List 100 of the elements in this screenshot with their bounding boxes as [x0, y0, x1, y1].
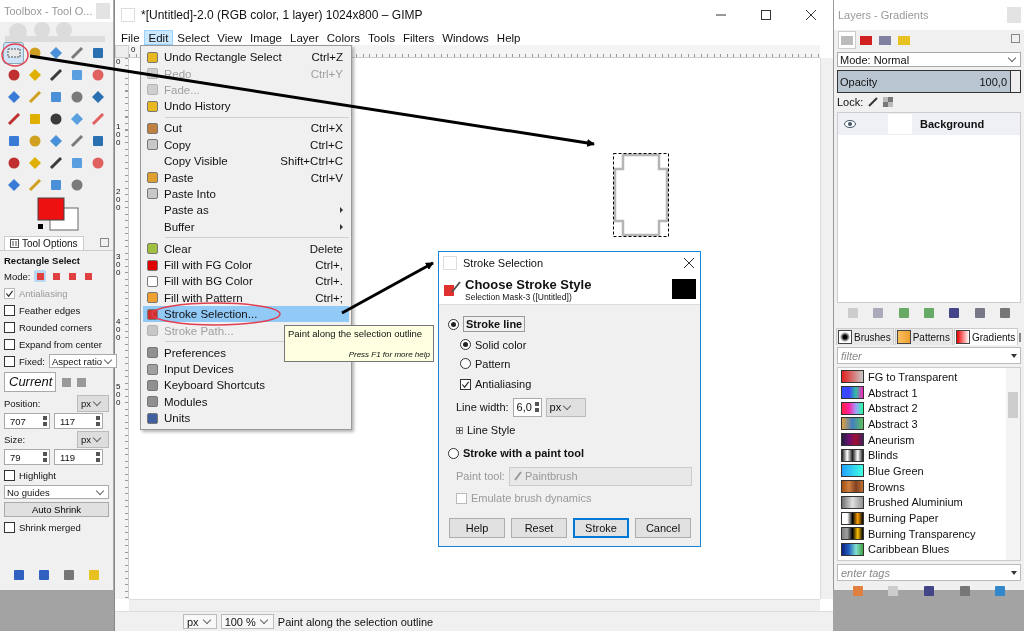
mode-button[interactable] — [50, 270, 63, 282]
menu-item[interactable]: Modules — [143, 393, 214, 410]
menu-item[interactable]: Clear Delete — [143, 240, 349, 257]
menu-bar-item[interactable]: Tools — [364, 30, 399, 45]
number-field[interactable]: 119 — [54, 449, 103, 465]
number-field[interactable]: 707 — [4, 413, 50, 429]
eye-icon[interactable] — [844, 120, 856, 128]
mode-button[interactable] — [34, 270, 47, 282]
menu-bar-item[interactable]: File — [117, 30, 144, 45]
toolbar-icon[interactable] — [974, 308, 985, 318]
dock-tab[interactable]: Patterns — [894, 328, 953, 345]
expander-label[interactable]: Line Style — [467, 424, 516, 436]
gradient-item[interactable]: FG to Transparent — [838, 369, 1006, 385]
portrait-icon[interactable] — [62, 377, 71, 387]
dialog-button[interactable]: Stroke — [573, 518, 629, 538]
dock-tab[interactable]: Gradients — [953, 328, 1019, 345]
tool-options-tab[interactable]: Tool Options — [4, 236, 84, 250]
close-icon[interactable] — [684, 258, 694, 268]
dock-tab[interactable]: Brushes — [836, 328, 894, 345]
maximize-icon[interactable] — [760, 10, 771, 20]
tags-field[interactable]: enter tags — [837, 564, 1021, 581]
checkbox[interactable] — [4, 521, 15, 533]
menu-item[interactable]: Paste as — [143, 202, 349, 219]
gradient-item[interactable]: Burning Transparency — [838, 525, 1006, 542]
unit-dropdown[interactable]: px — [77, 394, 109, 412]
gradient-item[interactable]: Brushed Aluminium — [838, 494, 1006, 511]
number-field[interactable]: 117 — [54, 413, 103, 429]
toolbar-icon[interactable] — [959, 586, 970, 596]
auto-shrink-button[interactable]: Auto Shrink — [4, 502, 109, 517]
toolbar-icon[interactable] — [13, 570, 24, 580]
toolbar-icon[interactable] — [38, 570, 49, 580]
line-width-field[interactable]: 6,0 — [512, 397, 542, 417]
scrollbar[interactable] — [1006, 368, 1020, 560]
checker-icon[interactable] — [883, 97, 894, 107]
guides-dropdown[interactable]: No guides — [4, 485, 109, 499]
menu-bar-item[interactable]: Colors — [322, 30, 365, 45]
horizontal-scrollbar[interactable] — [129, 599, 820, 611]
menu-item[interactable]: Paste Into — [143, 185, 222, 203]
menu-item[interactable]: Stroke Selection... — [143, 306, 349, 323]
menu-item[interactable]: Keyboard Shortcuts — [143, 377, 271, 394]
menu-item[interactable]: Fill with Pattern Ctrl+; — [143, 289, 349, 307]
gradient-item[interactable]: Abstract 1 — [838, 384, 1006, 401]
checkbox[interactable] — [4, 469, 15, 481]
toolbar-icon[interactable] — [995, 586, 1006, 596]
filter-field[interactable]: filter — [837, 347, 1021, 364]
menu-item[interactable]: Units — [143, 410, 197, 427]
menu-bar-item[interactable]: Help — [492, 30, 525, 45]
gradient-item[interactable]: Aneurism — [838, 431, 1006, 448]
menu-item[interactable]: Fill with BG Color Ctrl+. — [143, 273, 349, 290]
gradient-item[interactable]: Abstract 2 — [838, 400, 1006, 417]
tab-menu-button[interactable] — [1011, 34, 1020, 43]
vertical-scrollbar[interactable] — [820, 58, 833, 599]
menu-item[interactable]: Preferences — [143, 344, 232, 361]
mode-dropdown[interactable]: Mode: Normal — [837, 52, 1021, 67]
zoom-dropdown[interactable]: 100 % — [220, 614, 274, 629]
menu-item[interactable]: Copy Visible Shift+Ctrl+C — [143, 152, 349, 170]
menu-bar-item[interactable]: Select — [173, 30, 214, 45]
unit-dropdown[interactable]: px — [183, 614, 217, 629]
checkbox[interactable] — [4, 338, 15, 350]
dialog-button[interactable]: Reset — [511, 518, 567, 538]
menu-item[interactable]: Undo History — [143, 98, 237, 115]
menu-item[interactable]: Fill with FG Color Ctrl+, — [143, 256, 349, 274]
menu-bar-item[interactable]: Image — [246, 30, 286, 45]
menu-bar-item[interactable]: Edit — [143, 30, 174, 45]
toolbar-icon[interactable] — [1000, 308, 1011, 318]
mode-button[interactable] — [82, 270, 95, 282]
unit-dropdown[interactable]: px — [77, 430, 109, 448]
brush-icon[interactable] — [868, 97, 879, 107]
dialog-button[interactable]: Cancel — [635, 518, 691, 538]
checkbox[interactable] — [460, 378, 471, 390]
gradient-item[interactable]: Blinds — [838, 447, 1006, 464]
tab-menu-button[interactable] — [1019, 333, 1022, 342]
radio-button[interactable] — [448, 447, 459, 459]
menu-bar-item[interactable]: Filters — [398, 30, 439, 45]
menu-item[interactable]: Cut Ctrl+X — [143, 120, 349, 137]
close-icon[interactable] — [805, 10, 816, 20]
gradient-item[interactable]: Blue Green — [838, 463, 1006, 479]
landscape-icon[interactable] — [77, 377, 86, 387]
dialog-button[interactable]: Help — [449, 518, 505, 538]
layer-row[interactable]: Background — [838, 113, 1020, 135]
menu-bar-item[interactable]: View — [213, 30, 247, 45]
expand-icon[interactable] — [456, 426, 463, 434]
radio-button[interactable] — [460, 358, 471, 369]
ratio-field[interactable]: Current — [4, 372, 56, 392]
menu-item[interactable]: Undo Rectangle Select Ctrl+Z — [143, 49, 349, 66]
menu-bar-item[interactable]: Windows — [438, 30, 493, 45]
tab-menu-button[interactable] — [100, 238, 109, 247]
checkbox[interactable] — [4, 321, 15, 333]
radio-button[interactable] — [460, 339, 471, 350]
gradient-item[interactable]: Abstract 3 — [838, 416, 1006, 432]
opacity-slider[interactable]: Opacity 100,0 — [837, 70, 1021, 93]
number-field[interactable]: 79 — [4, 449, 50, 465]
menu-item[interactable]: Copy Ctrl+C — [143, 136, 349, 153]
checkbox[interactable] — [4, 355, 15, 367]
checkbox[interactable] — [4, 304, 15, 316]
toolbar-icon[interactable] — [949, 308, 960, 318]
menu-item[interactable]: Input Devices — [143, 360, 240, 378]
menu-bar-item[interactable]: Layer — [286, 30, 323, 45]
menu-item[interactable]: Paste Ctrl+V — [143, 169, 349, 186]
radio-button[interactable] — [448, 318, 459, 330]
